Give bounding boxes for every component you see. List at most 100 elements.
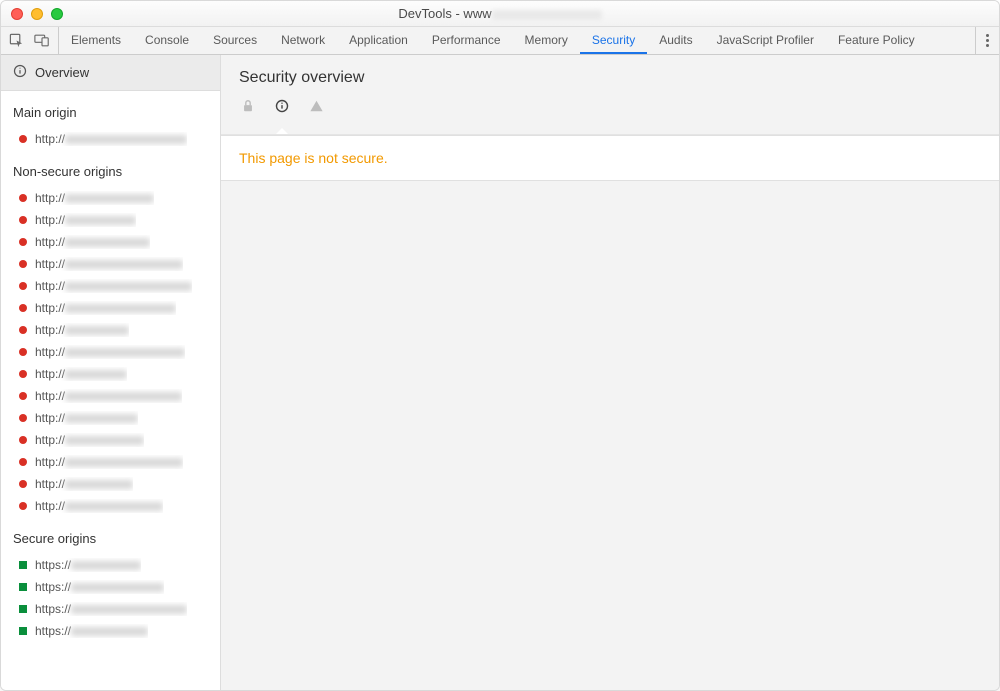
origin-item[interactable]: http:// <box>1 473 220 495</box>
origin-url: http:// <box>35 367 127 381</box>
tab-sources[interactable]: Sources <box>201 27 269 54</box>
security-notice: This page is not secure. <box>221 135 999 181</box>
origin-item[interactable]: https:// <box>1 598 220 620</box>
window-title-prefix: DevTools - www <box>398 6 491 21</box>
origin-item[interactable]: http:// <box>1 128 220 150</box>
origin-scheme: http:// <box>35 389 65 403</box>
origin-item[interactable]: http:// <box>1 209 220 231</box>
more-options-icon[interactable] <box>986 34 989 47</box>
origin-url: http:// <box>35 301 176 315</box>
origin-item[interactable]: http:// <box>1 495 220 517</box>
origin-url: http:// <box>35 257 183 271</box>
origin-item[interactable]: http:// <box>1 385 220 407</box>
inspect-element-icon[interactable] <box>9 33 24 48</box>
origin-url: https:// <box>35 580 164 594</box>
device-toolbar-icon[interactable] <box>34 33 50 48</box>
origin-url: https:// <box>35 624 148 638</box>
origin-scheme: https:// <box>35 602 71 616</box>
redacted-hostname <box>492 10 602 20</box>
security-main-header: Security overview <box>221 55 999 135</box>
insecure-indicator-icon <box>19 414 27 422</box>
origin-item[interactable]: http:// <box>1 341 220 363</box>
redacted-host <box>65 370 127 379</box>
insecure-indicator-icon <box>19 238 27 246</box>
origin-url: http:// <box>35 411 138 425</box>
origin-url: https:// <box>35 558 141 572</box>
traffic-lights <box>11 8 63 20</box>
origin-item[interactable]: https:// <box>1 576 220 598</box>
tab-application[interactable]: Application <box>337 27 420 54</box>
redacted-host <box>65 260 183 269</box>
info-circle-icon[interactable] <box>275 99 289 124</box>
tab-console[interactable]: Console <box>133 27 201 54</box>
redacted-host <box>65 194 154 203</box>
secure-indicator-icon <box>19 627 27 635</box>
origin-item[interactable]: http:// <box>1 429 220 451</box>
sidebar-section-secure: Secure origins <box>1 517 220 554</box>
origin-scheme: http:// <box>35 191 65 205</box>
redacted-host <box>65 414 138 423</box>
origin-item[interactable]: http:// <box>1 275 220 297</box>
insecure-indicator-icon <box>19 348 27 356</box>
security-notice-text: This page is not secure. <box>239 150 388 166</box>
origin-url: http:// <box>35 499 163 513</box>
sidebar-section-main-origin: Main origin <box>1 91 220 128</box>
origin-scheme: http:// <box>35 499 65 513</box>
redacted-host <box>65 458 183 467</box>
origin-scheme: https:// <box>35 558 71 572</box>
origin-item[interactable]: http:// <box>1 319 220 341</box>
origin-scheme: http:// <box>35 235 65 249</box>
close-window-button[interactable] <box>11 8 23 20</box>
insecure-indicator-icon <box>19 392 27 400</box>
tab-memory[interactable]: Memory <box>513 27 580 54</box>
insecure-indicator-icon <box>19 436 27 444</box>
origin-item[interactable]: http:// <box>1 451 220 473</box>
titlebar: DevTools - www <box>1 1 999 27</box>
origin-item[interactable]: http:// <box>1 407 220 429</box>
tab-feature-policy[interactable]: Feature Policy <box>826 27 927 54</box>
origin-item[interactable]: https:// <box>1 554 220 576</box>
nonsecure-origin-list: http:// http:// http:// http:// http:// http:… <box>1 187 220 517</box>
tab-security[interactable]: Security <box>580 27 647 54</box>
minimize-window-button[interactable] <box>31 8 43 20</box>
redacted-host <box>71 583 164 592</box>
sidebar-section-nonsecure: Non-secure origins <box>1 150 220 187</box>
origin-url: http:// <box>35 345 185 359</box>
origin-item[interactable]: https:// <box>1 620 220 642</box>
origin-item[interactable]: http:// <box>1 363 220 385</box>
tab-elements[interactable]: Elements <box>59 27 133 54</box>
origin-scheme: http:// <box>35 455 65 469</box>
warning-triangle-icon[interactable] <box>309 99 324 124</box>
devtools-tabbar: Elements Console Sources Network Applica… <box>1 27 999 55</box>
tab-network[interactable]: Network <box>269 27 337 54</box>
origin-item[interactable]: http:// <box>1 231 220 253</box>
origin-item[interactable]: http:// <box>1 187 220 209</box>
insecure-indicator-icon <box>19 260 27 268</box>
origin-scheme: https:// <box>35 580 71 594</box>
secure-indicator-icon <box>19 561 27 569</box>
insecure-indicator-icon <box>19 370 27 378</box>
origin-scheme: http:// <box>35 132 65 146</box>
origin-scheme: http:// <box>35 433 65 447</box>
tabbar-left-controls <box>1 27 59 54</box>
origin-url: http:// <box>35 455 183 469</box>
origin-item[interactable]: http:// <box>1 253 220 275</box>
devtools-window: DevTools - www Elements Console Sources … <box>0 0 1000 691</box>
redacted-host <box>65 216 136 225</box>
insecure-indicator-icon <box>19 502 27 510</box>
redacted-host <box>65 480 133 489</box>
insecure-indicator-icon <box>19 216 27 224</box>
origin-scheme: http:// <box>35 411 65 425</box>
origin-item[interactable]: http:// <box>1 297 220 319</box>
origin-url: http:// <box>35 477 133 491</box>
origin-url: http:// <box>35 132 187 146</box>
zoom-window-button[interactable] <box>51 8 63 20</box>
lock-icon[interactable] <box>241 99 255 124</box>
tab-audits[interactable]: Audits <box>647 27 704 54</box>
secure-origin-list: https:// https:// https:// https:// <box>1 554 220 642</box>
tab-js-profiler[interactable]: JavaScript Profiler <box>705 27 826 54</box>
origin-url: http:// <box>35 389 182 403</box>
main-origin-list: http:// <box>1 128 220 150</box>
tab-performance[interactable]: Performance <box>420 27 513 54</box>
sidebar-item-overview[interactable]: Overview <box>1 55 220 91</box>
